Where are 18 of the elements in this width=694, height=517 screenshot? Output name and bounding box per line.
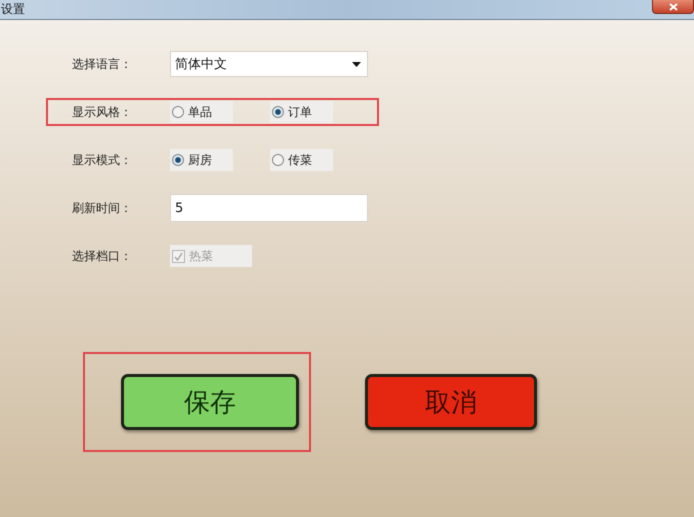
field-label: 显示风格： <box>72 104 133 120</box>
radio-option[interactable]: 单品 <box>170 101 233 123</box>
field-label: 刷新时间： <box>72 200 133 216</box>
close-icon <box>668 2 678 10</box>
close-button[interactable] <box>652 0 694 14</box>
refresh-time-field[interactable]: 5 <box>170 194 368 222</box>
cancel-button[interactable]: 取消 <box>365 374 537 430</box>
field-label: 选择语言： <box>72 56 133 72</box>
checkmark-icon <box>174 252 183 260</box>
radio-option[interactable]: 传菜 <box>270 149 333 171</box>
caret-icon <box>352 62 361 66</box>
window-title: 设置 <box>0 1 25 18</box>
field-label: 显示模式： <box>72 152 133 168</box>
field-label: 选择档口： <box>72 248 133 264</box>
language-dropdown[interactable]: 简体中文 <box>170 51 368 77</box>
save-button[interactable]: 保存 <box>121 374 299 430</box>
radio-option[interactable]: 厨房 <box>170 149 233 171</box>
radio-option[interactable]: 订单 <box>270 101 333 123</box>
